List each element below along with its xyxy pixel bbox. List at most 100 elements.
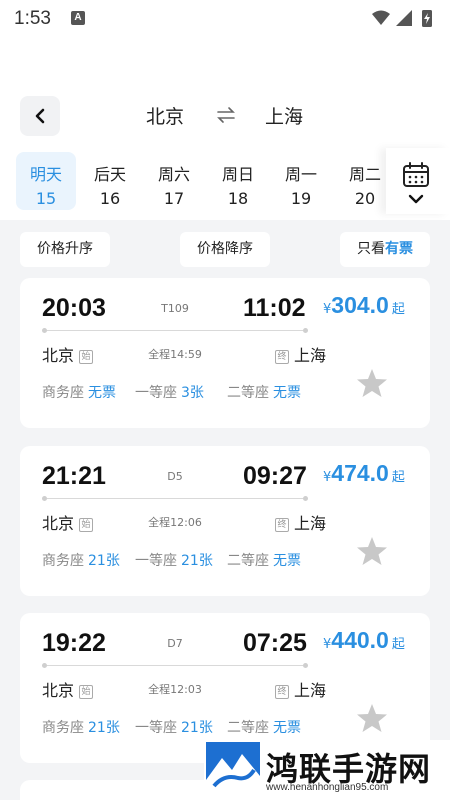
departure-station: 北京始 [42, 510, 94, 534]
seat-count: 21张 [181, 720, 213, 736]
seat-name: 一等座 [135, 385, 177, 401]
station-name: 上海 [294, 681, 327, 700]
end-tag: 终 [275, 685, 289, 699]
price-descending-button[interactable]: 价格降序 [180, 232, 270, 267]
date-tab-day-after[interactable]: 后天 16 [80, 152, 140, 210]
duration: 全程12:03 [148, 683, 202, 696]
seat-name: 二等座 [227, 553, 269, 569]
start-tag: 始 [79, 685, 94, 699]
start-tag: 始 [79, 518, 94, 532]
status-bar: 1:53 A [0, 0, 450, 40]
seat-second-class: 二等座 无票 [227, 382, 301, 402]
arrival-station: 终上海 [275, 677, 326, 701]
start-tag: 始 [79, 350, 94, 364]
price: ¥304.0 起 [323, 292, 405, 319]
date-label: 周六 [157, 165, 190, 184]
watermark-url: www.henanhonglian95.com [266, 782, 389, 793]
watermark: 鸿联手游网 www.henanhonglian95.com [204, 740, 450, 800]
date-tab-monday[interactable]: 周一 19 [271, 152, 331, 210]
date-selector: 明天 15 后天 16 周六 17 周日 18 周一 19 周二 20 [0, 148, 450, 214]
watermark-logo-icon [206, 742, 260, 794]
seat-name: 商务座 [42, 385, 84, 401]
departure-station: 北京始 [42, 677, 94, 701]
price: ¥474.0 起 [323, 460, 405, 487]
departure-time: 19:22 [42, 629, 106, 657]
chevron-left-icon [35, 108, 45, 124]
swap-arrows-icon[interactable] [215, 104, 237, 126]
price-suffix: 起 [391, 302, 405, 317]
from-city[interactable]: 北京 [146, 102, 184, 129]
back-button[interactable] [20, 96, 60, 136]
date-tab-tomorrow[interactable]: 明天 15 [16, 152, 76, 210]
seat-count: 21张 [88, 720, 120, 736]
date-number: 16 [99, 189, 121, 208]
departure-time: 21:21 [42, 462, 106, 490]
date-label: 周日 [221, 165, 254, 184]
status-icons [370, 8, 440, 32]
arrival-time: 11:02 [243, 294, 306, 322]
seat-count: 无票 [273, 720, 301, 736]
station-name: 北京 [42, 514, 75, 533]
route-line [42, 496, 308, 501]
seat-count: 3张 [181, 385, 204, 401]
date-number: 18 [227, 189, 249, 208]
to-city[interactable]: 上海 [265, 102, 303, 129]
price: ¥440.0 起 [323, 627, 405, 654]
calendar-button[interactable] [386, 148, 450, 214]
only-available-button[interactable]: 只看有票 [340, 232, 430, 267]
seat-first-class: 一等座 3张 [135, 382, 204, 402]
only-show-label: 只看 [357, 241, 385, 257]
seat-name: 二等座 [227, 720, 269, 736]
filter-bar: 价格升序 价格降序 只看有票 [0, 232, 450, 268]
date-number: 19 [290, 189, 312, 208]
seat-business: 商务座 21张 [42, 717, 120, 737]
end-tag: 终 [275, 518, 289, 532]
date-tab-saturday[interactable]: 周六 17 [144, 152, 204, 210]
date-label: 明天 [29, 165, 62, 184]
route-line [42, 663, 308, 668]
price-suffix: 起 [391, 637, 405, 652]
train-card[interactable]: 20:03 T109 11:02 北京始 全程14:59 终上海 ¥304.0 起… [20, 278, 430, 428]
date-number: 17 [163, 189, 185, 208]
train-card[interactable]: 21:21 D5 09:27 北京始 全程12:06 终上海 ¥474.0 起 商… [20, 446, 430, 596]
star-icon[interactable] [356, 703, 388, 733]
has-tickets-label: 有票 [385, 241, 413, 257]
star-icon[interactable] [356, 368, 388, 398]
date-number: 15 [35, 189, 57, 208]
seat-name: 一等座 [135, 553, 177, 569]
station-name: 北京 [42, 681, 75, 700]
seat-business: 商务座 无票 [42, 382, 116, 402]
arrival-station: 终上海 [275, 510, 326, 534]
star-icon[interactable] [356, 536, 388, 566]
arrival-time: 09:27 [243, 462, 307, 490]
signal-icon [372, 10, 432, 27]
price-ascending-button[interactable]: 价格升序 [20, 232, 110, 267]
price-suffix: 起 [391, 470, 405, 485]
route-header: 北京 上海 [0, 96, 450, 136]
train-number: D5 [167, 470, 183, 483]
notification-icon: A [71, 11, 85, 25]
arrival-station: 终上海 [275, 342, 326, 366]
departure-station: 北京始 [42, 342, 94, 366]
date-label: 后天 [93, 165, 126, 184]
seat-name: 一等座 [135, 720, 177, 736]
price-amount: 304.0 [331, 292, 389, 318]
seat-name: 二等座 [227, 385, 269, 401]
date-tab-sunday[interactable]: 周日 18 [208, 152, 268, 210]
end-tag: 终 [275, 350, 289, 364]
departure-time: 20:03 [42, 294, 106, 322]
train-number: D7 [167, 637, 183, 650]
seat-name: 商务座 [42, 720, 84, 736]
seat-count: 无票 [273, 385, 301, 401]
seat-first-class: 一等座 21张 [135, 550, 213, 570]
arrival-time: 07:25 [243, 629, 307, 657]
seat-count: 无票 [273, 553, 301, 569]
seat-business: 商务座 21张 [42, 550, 120, 570]
date-label: 周一 [284, 165, 317, 184]
price-amount: 474.0 [331, 460, 389, 486]
duration: 全程14:59 [148, 348, 202, 361]
seat-second-class: 二等座 无票 [227, 717, 301, 737]
station-name: 北京 [42, 346, 75, 365]
seat-count: 21张 [181, 553, 213, 569]
calendar-icon [403, 162, 429, 187]
